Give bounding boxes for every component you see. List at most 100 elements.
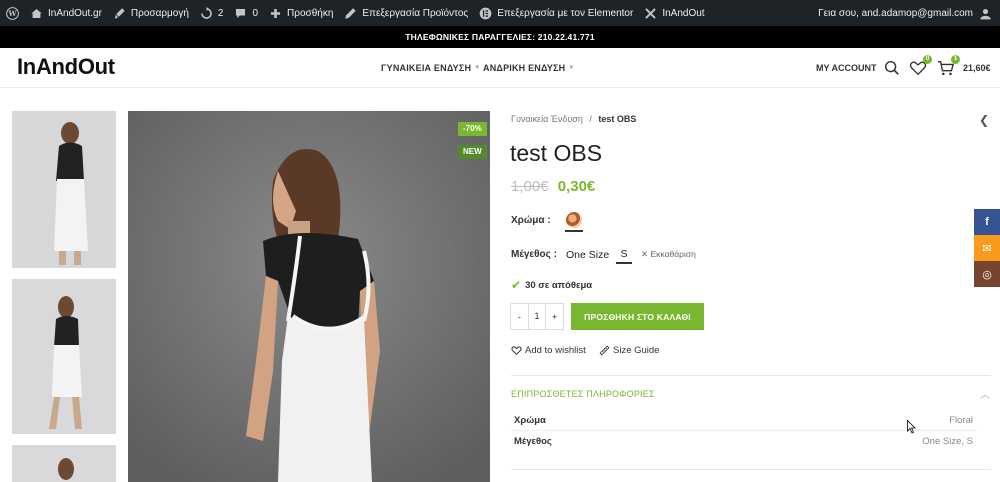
breadcrumb-parent-link[interactable]: Γυναικεία Ένδυση — [511, 114, 583, 124]
comment-icon — [236, 8, 246, 18]
product-price: 1,00€ 0,30€ — [511, 178, 595, 195]
pencil-icon — [345, 7, 357, 19]
product-thumbnail-image — [12, 279, 116, 434]
mouse-cursor-icon — [907, 420, 916, 434]
stock-text: 30 σε απόθεμα — [525, 279, 593, 291]
gallery-thumbnail[interactable] — [12, 279, 116, 434]
chevron-down-icon: ▼ — [474, 65, 481, 71]
breadcrumb-separator: / — [589, 114, 592, 124]
attribute-color-label: Χρώμα — [514, 415, 546, 426]
product-title: test OBS — [510, 140, 603, 166]
attribute-size-label: Μέγεθος — [514, 436, 552, 447]
theme-settings-label: InAndOut — [662, 7, 705, 19]
sale-price: 0,30€ — [557, 178, 596, 195]
elementor-icon — [479, 7, 492, 19]
announcement-bar: ΤΗΛΕΦΩΝΙΚΕΣ ΠΑΡΑΓΓΕΛΙΕΣ: 210.22.41.771 — [0, 26, 1000, 48]
size-label: Μέγεθος : — [511, 249, 557, 260]
heart-icon — [511, 346, 522, 356]
edit-elementor-label: Επεξεργασία με τον Elementor — [497, 7, 634, 19]
close-icon: ✕ — [641, 249, 649, 259]
comments-count: 0 — [252, 7, 259, 19]
woodmart-icon — [645, 7, 657, 19]
nav-label-women: ΓΥΝΑΙΚΕΙΑ ΕΝΔΥΣΗ — [381, 63, 472, 73]
sale-badge: -70% — [458, 122, 487, 136]
wordpress-logo-icon: W — [6, 6, 19, 20]
comments-link[interactable]: 0 — [234, 7, 258, 20]
chevron-down-icon: ▼ — [568, 65, 575, 71]
clear-selection-label: Εκκαθάριση — [650, 249, 696, 259]
edit-elementor-link[interactable]: Επεξεργασία με τον Elementor — [479, 7, 633, 20]
wordpress-menu[interactable]: W — [6, 6, 19, 20]
wishlist-count-badge: 0 — [923, 55, 932, 64]
main-product-image[interactable] — [128, 111, 490, 482]
wp-admin-bar: W InAndOut.gr Προσαρμογή 2 0 Προσθήκη Επ… — [0, 0, 1000, 26]
updates-link[interactable]: 2 — [200, 6, 224, 20]
product-thumbnail-image — [12, 111, 116, 268]
updates-count: 2 — [217, 7, 224, 19]
attribute-size-value: One Size, S — [922, 436, 973, 447]
paintbrush-icon — [114, 7, 125, 19]
site-name-link[interactable]: InAndOut.gr — [30, 7, 102, 20]
divider — [511, 469, 991, 470]
site-logo[interactable]: InAndOut — [17, 54, 115, 80]
gallery-thumbnail[interactable] — [12, 111, 116, 268]
edit-product-link[interactable]: Επεξεργασία Προϊόντος — [344, 7, 468, 20]
back-arrow-icon[interactable]: ❮ — [979, 113, 989, 127]
color-label: Χρώμα : — [511, 215, 551, 226]
home-icon — [31, 8, 42, 18]
customize-label: Προσαρμογή — [130, 7, 189, 19]
ruler-icon — [599, 345, 610, 356]
facebook-share-button[interactable]: f — [974, 209, 1000, 235]
new-badge: NEW — [458, 145, 487, 159]
svg-text:W: W — [7, 9, 17, 18]
my-account-link[interactable]: MY ACCOUNT — [816, 63, 877, 73]
nav-item-men[interactable]: ΑΝΔΡΙΚΗ ΕΝΔΥΣΗ ▼ — [483, 63, 574, 73]
user-greeting: Γεια σου, and.adamop@gmail.com — [818, 7, 973, 19]
cart-button[interactable]: 1 — [937, 55, 960, 77]
quantity-decrease-button[interactable]: - — [511, 312, 528, 322]
add-new-link[interactable]: Προσθήκη — [269, 7, 333, 20]
additional-info-tab[interactable]: ΕΠΙΠΡΟΣΘΕΤΕΣ ΠΛΗΡΟΦΟΡΙΕΣ — [511, 389, 655, 399]
facebook-icon: f — [985, 216, 989, 228]
refresh-icon — [201, 6, 212, 19]
wishlist-button[interactable]: 0 — [909, 55, 932, 77]
user-account-menu[interactable]: Γεια σου, and.adamop@gmail.com — [818, 0, 992, 26]
quantity-input[interactable]: 1 — [527, 304, 547, 329]
instagram-share-button[interactable]: ◎ — [974, 261, 1000, 287]
search-icon — [884, 60, 899, 75]
search-button[interactable] — [883, 59, 901, 77]
site-name-label: InAndOut.gr — [48, 7, 102, 19]
size-guide-link[interactable]: Size Guide — [599, 345, 659, 356]
divider — [511, 375, 991, 376]
size-option-s[interactable]: S — [616, 248, 632, 264]
clear-selection-button[interactable]: ✕ Εκκαθάριση — [641, 249, 696, 260]
product-thumbnail-image — [12, 445, 116, 482]
attribute-color-value: Floral — [949, 415, 973, 426]
size-guide-label: Size Guide — [613, 345, 660, 356]
add-to-wishlist-link[interactable]: Add to wishlist — [511, 345, 586, 356]
cart-total[interactable]: 21,60€ — [963, 63, 991, 73]
check-icon: ✔ — [511, 278, 522, 292]
swatch-selected-indicator — [565, 230, 583, 232]
email-icon: ✉ — [982, 242, 992, 255]
color-swatch-floral[interactable] — [566, 212, 582, 228]
cart-count-badge: 1 — [951, 55, 960, 64]
user-avatar-icon — [980, 8, 991, 19]
chevron-up-icon[interactable]: ︿ — [980, 386, 990, 401]
gallery-thumbnail[interactable] — [12, 445, 116, 482]
nav-item-women[interactable]: ΓΥΝΑΙΚΕΙΑ ΕΝΔΥΣΗ ▼ — [381, 63, 480, 73]
size-option-one-size[interactable]: One Size — [566, 249, 609, 261]
breadcrumb: Γυναικεία Ένδυση / test OBS — [511, 114, 636, 124]
email-share-button[interactable]: ✉ — [974, 235, 1000, 261]
customize-link[interactable]: Προσαρμογή — [113, 7, 189, 20]
nav-label-men: ΑΝΔΡΙΚΗ ΕΝΔΥΣΗ — [483, 63, 566, 73]
edit-product-label: Επεξεργασία Προϊόντος — [362, 7, 469, 19]
theme-settings-link[interactable]: InAndOut — [644, 7, 705, 20]
stock-status: ✔ 30 σε απόθεμα — [511, 278, 592, 292]
quantity-stepper: - 1 + — [510, 303, 564, 330]
instagram-icon: ◎ — [982, 268, 992, 281]
product-photo — [128, 111, 490, 482]
plus-icon — [270, 8, 281, 18]
add-to-cart-button[interactable]: ΠΡΟΣΘΗΚΗ ΣΤΟ ΚΑΛΑΘΙ — [571, 303, 704, 330]
quantity-increase-button[interactable]: + — [546, 312, 563, 322]
